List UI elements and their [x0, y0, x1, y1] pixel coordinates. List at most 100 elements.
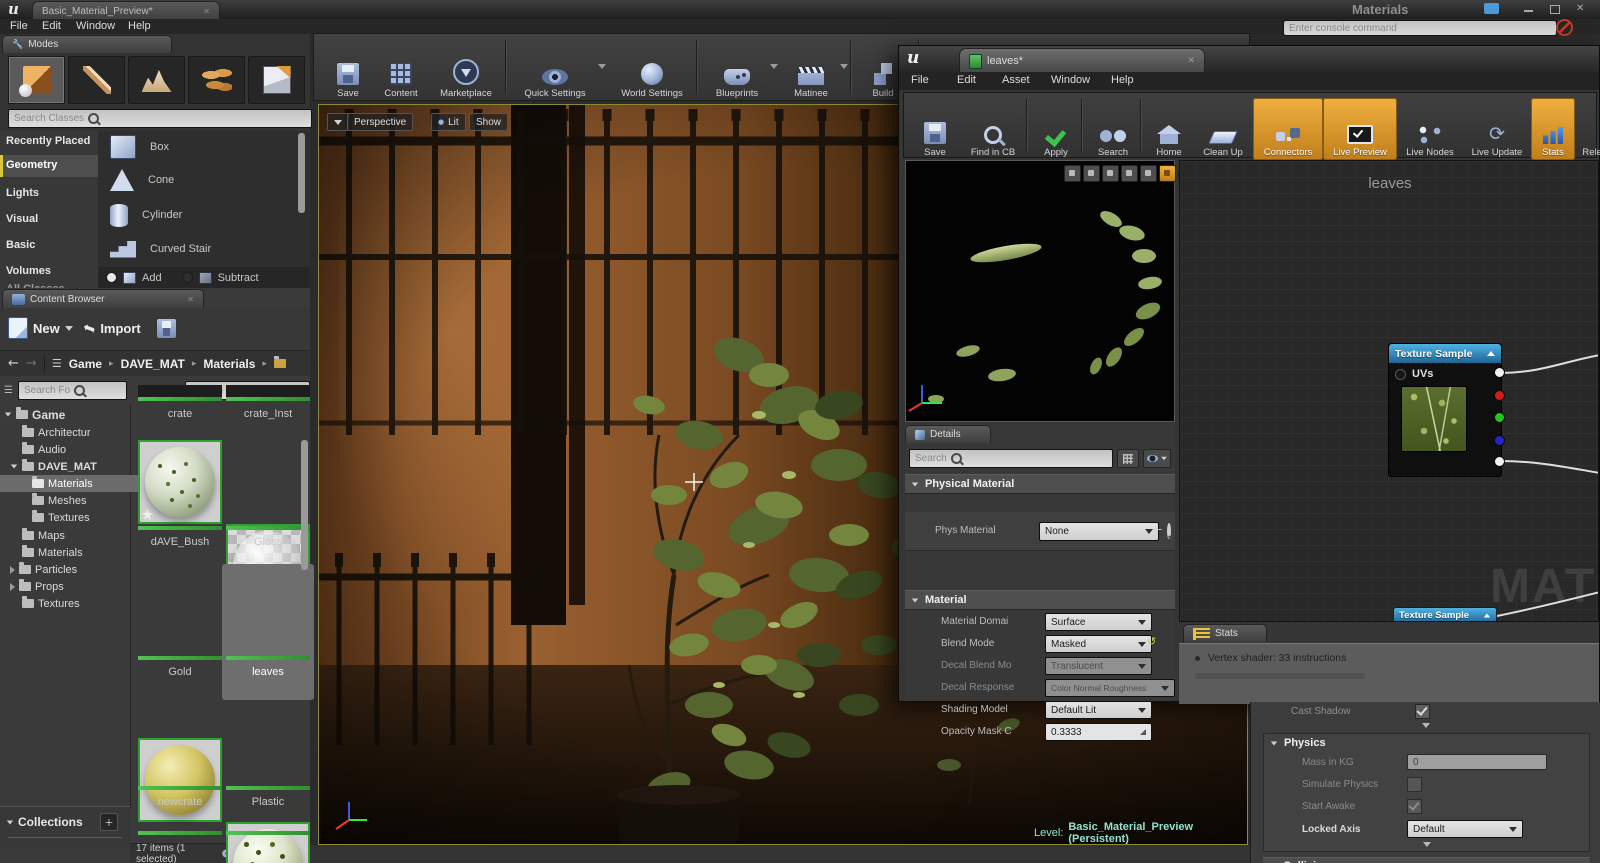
details-grid-button[interactable]: [1117, 449, 1139, 468]
me-connectors-button[interactable]: Connectors: [1253, 98, 1323, 160]
tree-item-materials2[interactable]: Materials: [0, 544, 152, 561]
blend-mode-dropdown[interactable]: Masked: [1045, 635, 1152, 653]
menu-edit[interactable]: Edit: [42, 20, 61, 32]
matinee-chevron-icon[interactable]: [840, 64, 848, 69]
menu-help[interactable]: Help: [128, 20, 151, 32]
value-spinner-icon[interactable]: [1140, 729, 1146, 735]
paint-mode-button[interactable]: [68, 56, 125, 104]
asset-label-plastic[interactable]: Plastic: [226, 796, 310, 808]
show-button[interactable]: Show: [469, 113, 509, 131]
tree-item-architecture[interactable]: Architectur: [0, 424, 152, 441]
material-tab-close-icon[interactable]: [1187, 56, 1195, 66]
asset-label-glass[interactable]: Glass: [226, 536, 310, 548]
content-browser-tab[interactable]: Content Browser: [2, 289, 204, 308]
foliage-mode-button[interactable]: [188, 56, 245, 104]
material-preview-viewport[interactable]: [905, 160, 1195, 422]
save-all-icon[interactable]: [156, 318, 176, 338]
phys-material-dropdown[interactable]: None: [1039, 522, 1159, 541]
texture-sample-node[interactable]: Texture Sample UVs: [1388, 343, 1502, 477]
feedback-icon[interactable]: [1484, 3, 1499, 14]
browse-icon[interactable]: [1167, 523, 1171, 539]
viewport-options-button[interactable]: [327, 113, 349, 131]
material-section-header[interactable]: Material: [905, 590, 1175, 610]
placeable-cylinder[interactable]: Cylinder: [110, 199, 182, 231]
tree-item-game[interactable]: Game: [0, 406, 134, 423]
r-output-pin[interactable]: [1494, 390, 1505, 401]
asset-grid-scrollbar[interactable]: [301, 440, 308, 570]
quick-settings-chevron-icon[interactable]: [598, 64, 606, 69]
asset-label-crate-inst[interactable]: crate_Inst: [226, 408, 310, 420]
landscape-mode-button[interactable]: [128, 56, 185, 104]
tree-item-props[interactable]: Props: [0, 578, 140, 595]
category-visual[interactable]: Visual: [6, 213, 38, 225]
start-awake-checkbox[interactable]: [1407, 799, 1422, 814]
subtract-radio[interactable]: [181, 272, 193, 283]
me-menu-asset[interactable]: Asset: [1002, 74, 1030, 86]
close-button[interactable]: [1576, 3, 1584, 14]
me-live-nodes-button[interactable]: Live Nodes: [1397, 98, 1463, 160]
category-lights[interactable]: Lights: [6, 187, 39, 199]
me-search-button[interactable]: Search: [1086, 98, 1140, 160]
collision-section-header[interactable]: Collision: [1263, 857, 1590, 863]
me-menu-edit[interactable]: Edit: [957, 74, 976, 86]
search-folders-input[interactable]: Search Fo: [17, 380, 128, 400]
collections-expander-icon[interactable]: [6, 820, 14, 824]
asset-label-dave-bush[interactable]: dAVE_Bush: [138, 536, 222, 548]
me-live-update-button[interactable]: Live Update: [1463, 98, 1531, 160]
content-browser-close-icon[interactable]: [187, 295, 194, 304]
blueprints-chevron-icon[interactable]: [770, 64, 778, 69]
texture-sample-node-header[interactable]: Texture Sample: [1389, 344, 1501, 363]
asset-dave-bush-thumb[interactable]: [138, 440, 222, 524]
placeable-curved-stair[interactable]: Curved Stair: [110, 234, 211, 264]
me-find-in-cb-button[interactable]: Find in CB: [960, 98, 1026, 160]
preview-grid-toggle-button[interactable]: [1159, 165, 1176, 182]
menu-file[interactable]: File: [10, 20, 28, 32]
reset-to-default-icon[interactable]: [1147, 635, 1156, 648]
breadcrumb-game[interactable]: Game: [69, 357, 102, 371]
a-output-pin[interactable]: [1494, 456, 1505, 467]
category-volumes[interactable]: Volumes: [6, 265, 51, 277]
console-command-input[interactable]: Enter console command: [1283, 20, 1557, 36]
physics-section-header[interactable]: Physics: [1264, 734, 1589, 751]
use-selected-icon[interactable]: [1153, 523, 1162, 536]
me-stats-button[interactable]: Stats: [1531, 98, 1575, 160]
breadcrumb-materials[interactable]: Materials: [203, 357, 255, 371]
marketplace-button[interactable]: Marketplace: [427, 39, 505, 101]
details-view-button[interactable]: [1143, 449, 1171, 468]
add-collection-button[interactable]: [100, 813, 118, 831]
asset-label-gold[interactable]: Gold: [138, 666, 222, 678]
tree-item-particles[interactable]: Particles: [0, 561, 140, 578]
expand-more-icon[interactable]: [1421, 723, 1430, 728]
breadcrumb-folder-icon[interactable]: [273, 356, 286, 368]
path-picker-icon[interactable]: [52, 357, 62, 370]
me-menu-file[interactable]: File: [911, 74, 929, 86]
quick-settings-button[interactable]: Quick Settings: [510, 39, 600, 101]
modes-tab[interactable]: 🔧 Modes: [2, 35, 172, 53]
stats-tab[interactable]: Stats: [1183, 624, 1267, 642]
texture-sample-collapsed-node[interactable]: Texture Sample: [1393, 607, 1497, 621]
content-button[interactable]: Content: [373, 39, 429, 101]
opacity-mask-input[interactable]: 0.3333: [1045, 723, 1152, 741]
simulate-physics-checkbox[interactable]: [1407, 777, 1422, 792]
sources-toggle-icon[interactable]: [4, 385, 13, 396]
perspective-button[interactable]: Perspective: [347, 113, 414, 131]
new-asset-button[interactable]: New: [8, 317, 73, 339]
tab-close-icon[interactable]: [203, 7, 210, 16]
material-graph-panel[interactable]: leaves MAT Texture Sample UVs Texture Sa…: [1179, 160, 1599, 622]
geometry-mode-button[interactable]: [248, 56, 305, 104]
save-button[interactable]: Save: [323, 39, 373, 101]
place-mode-button[interactable]: [8, 56, 65, 104]
me-menu-window[interactable]: Window: [1051, 74, 1090, 86]
rgb-output-pin[interactable]: [1494, 367, 1505, 378]
asset-label-newcrate[interactable]: newcrate: [138, 796, 222, 808]
physical-material-section-header[interactable]: Physical Material: [905, 474, 1175, 494]
me-clean-up-button[interactable]: Clean Up: [1193, 98, 1253, 160]
me-release-stats-button[interactable]: Release Stats: [1575, 98, 1600, 160]
menu-window[interactable]: Window: [76, 20, 115, 32]
asset-leaves-thumb[interactable]: [226, 822, 310, 863]
matinee-button[interactable]: Matinee: [780, 39, 842, 101]
material-domain-dropdown[interactable]: Surface: [1045, 613, 1152, 631]
preview-mesh-button[interactable]: [1140, 165, 1157, 182]
preview-plane-button[interactable]: [1102, 165, 1119, 182]
preview-sphere-button[interactable]: [1083, 165, 1100, 182]
